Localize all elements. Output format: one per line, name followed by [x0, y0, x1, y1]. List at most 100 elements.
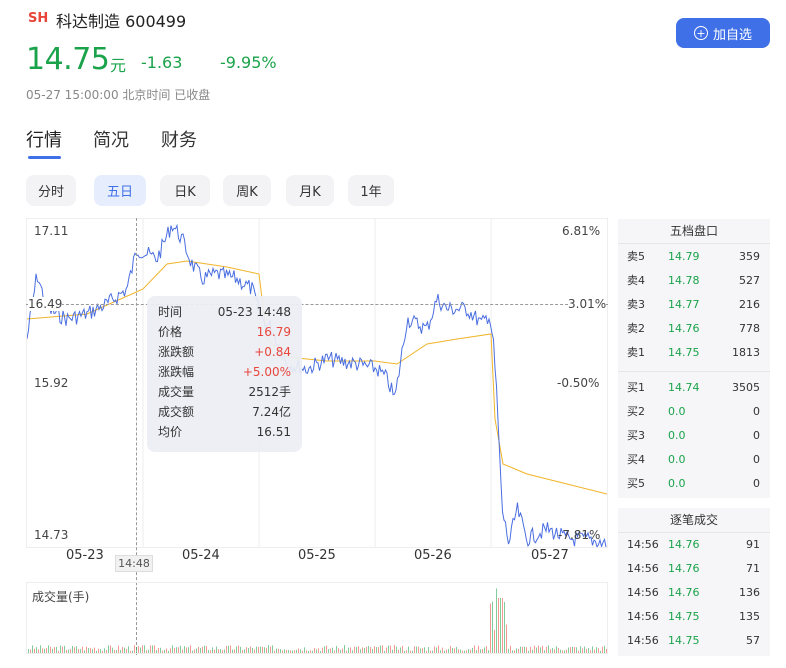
ask-row: 卖3 14.77 216 [627, 297, 760, 312]
volume-bar [452, 648, 453, 653]
volume-bar [60, 645, 61, 653]
volume-bar [174, 648, 175, 653]
volume-bar [522, 646, 523, 653]
volume-bar [280, 649, 281, 653]
tab-finance[interactable]: 财务 [161, 126, 197, 152]
divider [618, 371, 770, 372]
volume-bar [236, 646, 237, 653]
volume-bar [606, 648, 607, 653]
volume-bar [442, 647, 443, 653]
volume-bar [400, 647, 401, 653]
volume-bar [364, 647, 365, 653]
volume-bar [74, 647, 75, 653]
volume-bar [450, 645, 451, 653]
volume-bar [28, 649, 29, 653]
volume-bar [106, 649, 107, 653]
price-unit: 元 [110, 56, 127, 75]
ask-row: 卖5 14.79 359 [627, 249, 760, 264]
volume-bar [142, 645, 143, 653]
active-tab-indicator [28, 156, 61, 159]
volume-bar [314, 647, 315, 653]
volume-bar [266, 647, 267, 653]
period-week-k[interactable]: 周K [223, 175, 271, 206]
x-axis-label: 05-24 [182, 548, 220, 563]
volume-bar [394, 645, 395, 653]
volume-bar [600, 650, 601, 653]
price-chart[interactable] [26, 218, 608, 548]
volume-bar [550, 649, 551, 653]
trade-row: 14:56 14.76 136 [627, 585, 760, 599]
volume-bar [316, 649, 317, 653]
tooltip-row: 成交额 7.24亿 [158, 402, 291, 422]
volume-bars [28, 588, 607, 653]
volume-bar [136, 646, 137, 653]
volume-bar [466, 650, 467, 653]
volume-bar [332, 647, 333, 653]
volume-bar [384, 650, 385, 653]
orderbook-title: 五档盘口 [669, 224, 718, 238]
y-right-label: -7.81% [558, 528, 601, 542]
current-price: 14.75 [26, 42, 110, 77]
tooltip-value: 2512手 [248, 385, 291, 399]
volume-bar [580, 646, 581, 653]
volume-bar [138, 646, 139, 653]
volume-bar [528, 650, 529, 653]
y-left-label: 17.11 [34, 224, 69, 238]
volume-bar [220, 649, 221, 653]
trade-row: 14:56 14.75 135 [627, 609, 760, 623]
volume-bar [150, 645, 151, 653]
average-price-line [27, 260, 607, 495]
volume-bar [304, 647, 305, 653]
volume-bar [104, 648, 105, 653]
volume-bar [168, 650, 169, 653]
volume-bar [488, 650, 489, 653]
volume-bar [454, 648, 455, 653]
period-five-day[interactable]: 五日 [94, 175, 146, 206]
volume-bar [456, 646, 457, 653]
period-day-k[interactable]: 日K [160, 175, 210, 206]
period-month-k[interactable]: 月K [286, 175, 334, 206]
volume-bar [596, 647, 597, 653]
volume-bar [264, 647, 265, 653]
volume-bar [350, 647, 351, 653]
volume-bar [484, 647, 485, 653]
y-right-label: -0.50% [557, 376, 600, 390]
volume-bar [396, 646, 397, 653]
volume-chart[interactable] [26, 582, 608, 654]
volume-bar [410, 650, 411, 653]
crosshair-time-label: 14:48 [115, 555, 153, 572]
volume-bar [32, 645, 33, 653]
volume-bar [232, 649, 233, 653]
period-one-year[interactable]: 1年 [348, 175, 394, 206]
volume-bar [446, 649, 447, 653]
volume-bar [422, 648, 423, 653]
volume-bar [388, 645, 389, 653]
volume-bar [230, 645, 231, 653]
tooltip-key: 价格 [158, 325, 183, 339]
tab-quote[interactable]: 行情 [26, 126, 62, 152]
volume-bar [292, 650, 293, 653]
volume-bar [134, 645, 135, 653]
volume-bar [102, 650, 103, 653]
volume-bar [262, 646, 263, 653]
volume-bar [234, 649, 235, 653]
volume-bar [278, 648, 279, 653]
tooltip-value: +5.00% [242, 365, 291, 379]
volume-bar [460, 649, 461, 653]
tab-profile[interactable]: 简况 [93, 126, 129, 152]
volume-bar [196, 648, 197, 653]
add-watchlist-button[interactable]: + 加自选 [676, 18, 770, 48]
volume-bar [62, 646, 63, 653]
volume-bar [156, 650, 157, 653]
price-chart-svg [27, 219, 607, 547]
volume-bar [320, 650, 321, 653]
volume-bar [246, 647, 247, 653]
volume-bar [404, 650, 405, 653]
volume-bar [490, 603, 491, 653]
volume-bar [126, 649, 127, 653]
volume-bar [582, 648, 583, 653]
market-badge: SH [28, 11, 49, 26]
volume-bar [322, 647, 323, 653]
period-intraday[interactable]: 分时 [26, 175, 76, 206]
tooltip-key: 均价 [158, 425, 183, 439]
